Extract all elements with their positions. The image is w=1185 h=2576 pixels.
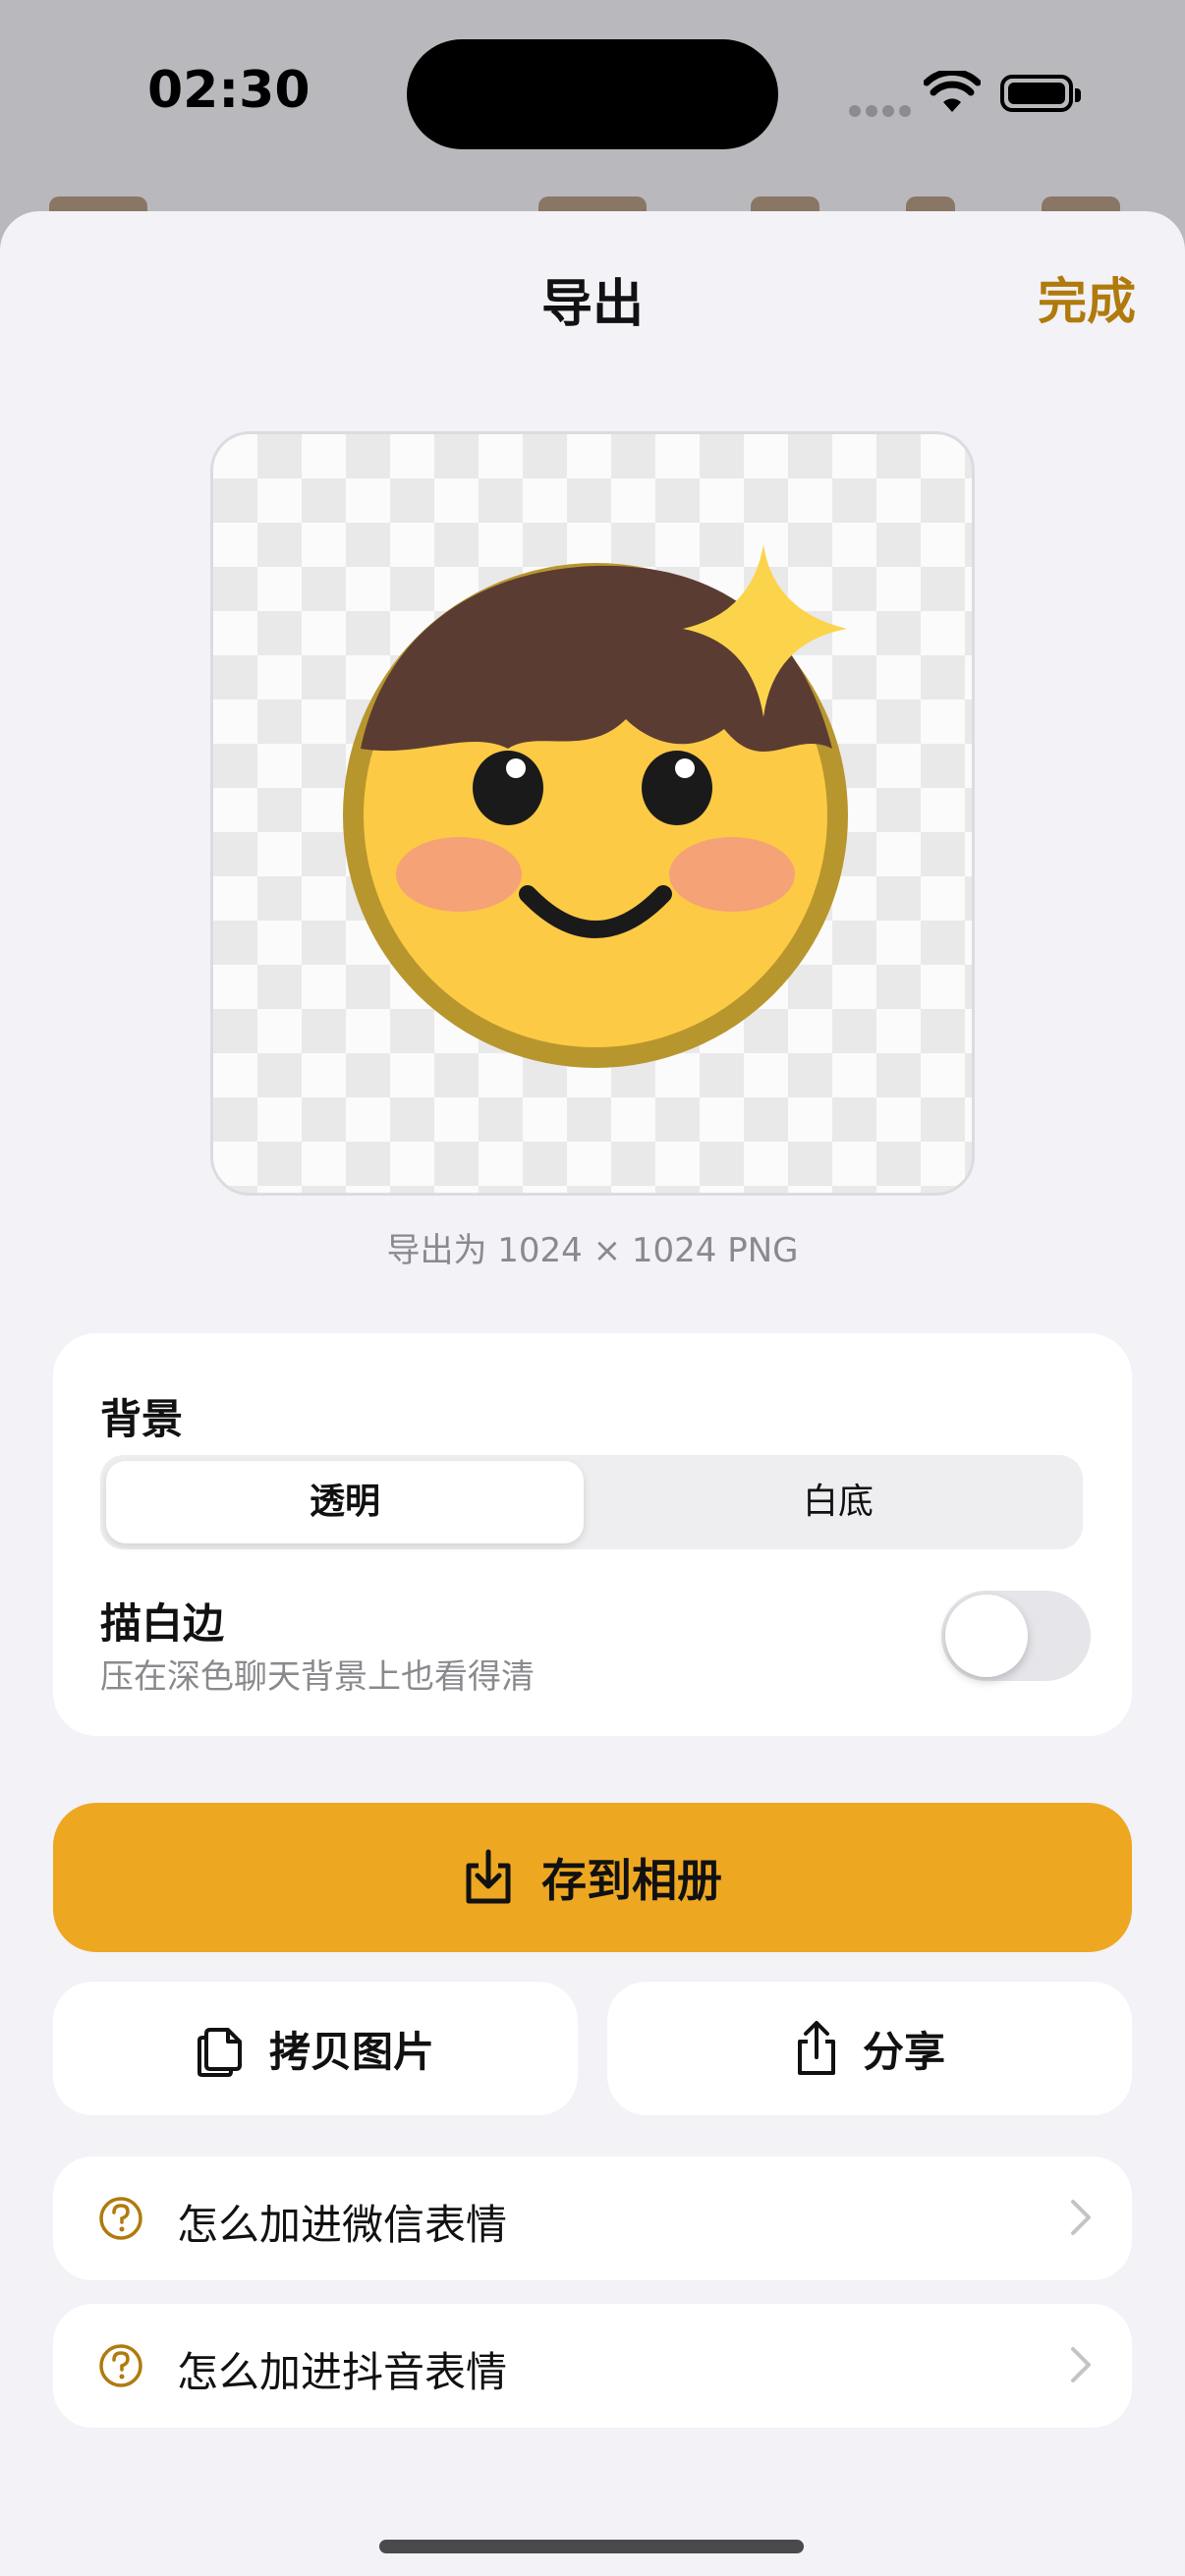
sticker-preview	[210, 431, 975, 1196]
segment-white[interactable]: 白底	[599, 1461, 1077, 1543]
export-sheet: 导出 完成 导出为 1024 × 1024 PNG 背景 透明 白底 描白边 压…	[0, 211, 1185, 2576]
download-icon	[466, 1849, 511, 1904]
segment-transparent[interactable]: 透明	[106, 1461, 584, 1543]
chevron-right-icon	[1071, 2347, 1091, 2382]
status-time: 02:30	[147, 61, 310, 120]
share-icon	[797, 2021, 835, 2075]
help-row-wechat[interactable]: 怎么加进微信表情	[53, 2156, 1132, 2280]
question-circle-icon	[99, 2344, 142, 2387]
smiley-sticker-image	[343, 544, 848, 1068]
battery-icon	[1000, 75, 1081, 112]
help-row-douyin[interactable]: 怎么加进抖音表情	[53, 2304, 1132, 2428]
home-indicator	[379, 2540, 804, 2553]
help-row-label: 怎么加进微信表情	[177, 2201, 508, 2249]
done-button[interactable]: 完成	[1038, 262, 1136, 333]
share-button-label: 分享	[862, 2027, 945, 2076]
save-to-album-button[interactable]: 存到相册	[53, 1803, 1132, 1952]
white-stroke-toggle[interactable]	[941, 1591, 1091, 1681]
chevron-right-icon	[1071, 2200, 1091, 2235]
dynamic-island	[407, 39, 778, 149]
signal-dots-icon	[849, 102, 916, 121]
wifi-icon	[924, 71, 981, 112]
share-button[interactable]: 分享	[607, 1982, 1132, 2115]
copy-button-label: 拷贝图片	[268, 2027, 434, 2076]
sheet-title: 导出	[540, 275, 644, 334]
copy-icon	[197, 2028, 242, 2077]
copy-image-button[interactable]: 拷贝图片	[53, 1982, 578, 2115]
status-bar: 02:30	[0, 0, 1185, 196]
question-circle-icon	[99, 2197, 142, 2240]
background-label: 背景	[100, 1395, 184, 1443]
export-caption: 导出为 1024 × 1024 PNG	[386, 1231, 799, 1270]
white-stroke-subtitle: 压在深色聊天背景上也看得清	[100, 1657, 535, 1697]
settings-card: 背景 透明 白底 描白边 压在深色聊天背景上也看得清	[53, 1333, 1132, 1736]
help-row-label: 怎么加进抖音表情	[177, 2348, 508, 2396]
background-segmented-control: 透明 白底	[100, 1455, 1083, 1549]
save-button-label: 存到相册	[541, 1854, 722, 1907]
toggle-knob	[945, 1595, 1028, 1677]
white-stroke-label: 描白边	[100, 1599, 225, 1648]
